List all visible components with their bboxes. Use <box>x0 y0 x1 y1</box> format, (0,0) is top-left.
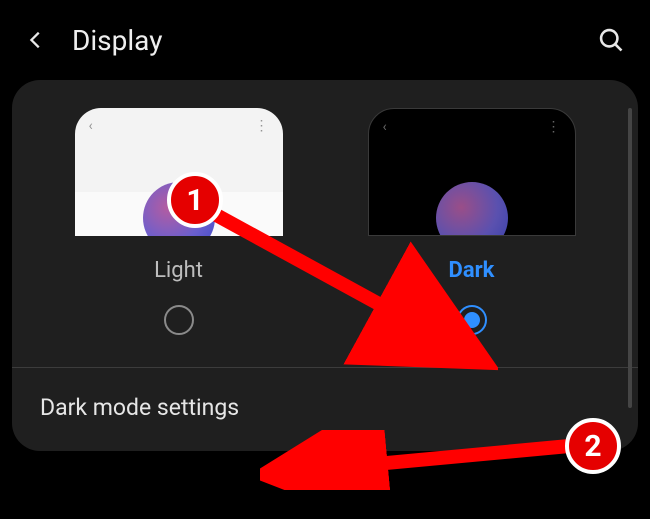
theme-selector: ‹⋮ Light ‹⋮ Dark <box>34 108 616 335</box>
radio-light[interactable] <box>164 305 194 335</box>
theme-preview-dark: ‹⋮ <box>368 108 576 236</box>
annotation-badge-2: 2 <box>565 418 621 474</box>
theme-option-dark[interactable]: ‹⋮ Dark <box>368 108 576 335</box>
header: Display <box>0 0 650 80</box>
theme-label-dark: Dark <box>449 258 495 283</box>
scrollbar[interactable] <box>628 108 632 408</box>
dark-mode-settings-label: Dark mode settings <box>40 394 239 421</box>
search-icon[interactable] <box>597 26 625 54</box>
back-icon[interactable] <box>25 29 47 51</box>
theme-label-light: Light <box>154 258 203 283</box>
radio-dark[interactable] <box>457 305 487 335</box>
page-title: Display <box>72 24 597 57</box>
display-panel: ‹⋮ Light ‹⋮ Dark Dark mode settings <box>12 80 638 451</box>
annotation-badge-1: 1 <box>167 172 223 228</box>
dark-mode-settings-row[interactable]: Dark mode settings <box>34 368 616 421</box>
